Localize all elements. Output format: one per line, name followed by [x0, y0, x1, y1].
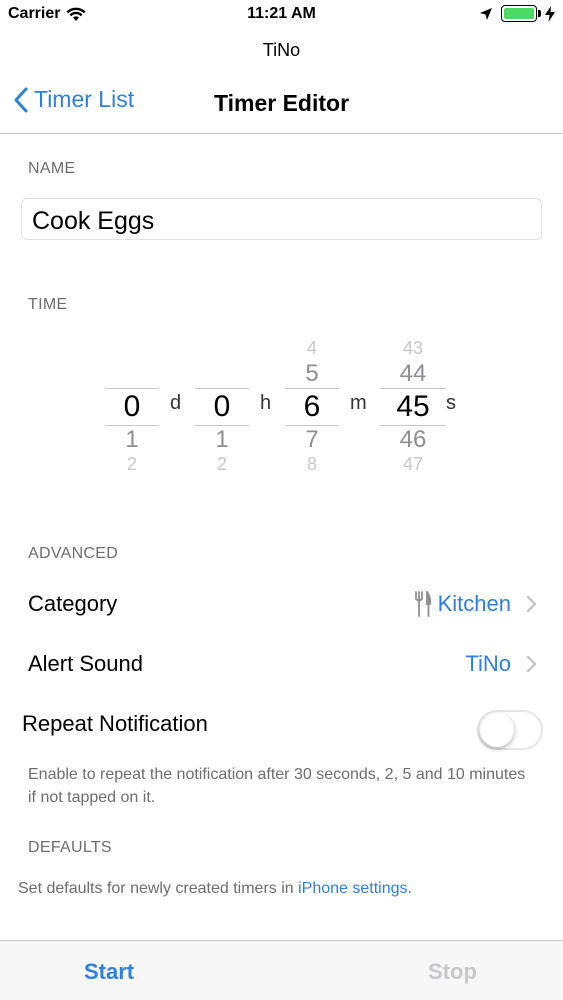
picker-column-seconds[interactable]: 43 44 45 46 47	[380, 334, 446, 474]
repeat-notification-note: Enable to repeat the notification after …	[28, 766, 526, 806]
charging-bolt-icon	[545, 5, 555, 22]
bottom-toolbar: Start Stop	[0, 940, 563, 1000]
repeat-notification-row: Repeat Notification	[0, 694, 563, 754]
advanced-section-header: ADVANCED	[28, 545, 119, 562]
picker-unit-minutes: m	[350, 392, 367, 414]
picker-option: 7	[305, 426, 319, 453]
picker-unit-seconds: s	[446, 392, 456, 414]
defaults-note-text: Set defaults for newly created timers in	[18, 880, 299, 897]
picker-selected-hours: 0	[195, 388, 249, 426]
picker-option: 1	[215, 426, 229, 453]
battery-icon	[501, 5, 541, 22]
app-title: TiNo	[262, 40, 301, 60]
picker-selected-days: 0	[105, 388, 159, 426]
picker-option: 2	[216, 454, 227, 470]
name-input[interactable]: Cook Eggs	[21, 198, 542, 240]
picker-option: 44	[399, 360, 427, 387]
repeat-notification-toggle[interactable]	[477, 710, 543, 750]
location-arrow-icon	[480, 7, 492, 20]
picker-column-minutes[interactable]: 4 5 6 7 8	[285, 334, 339, 474]
chevron-right-icon	[526, 595, 537, 613]
defaults-note: Set defaults for newly created timers in…	[18, 877, 548, 900]
picker-option: 1	[125, 426, 139, 453]
chevron-right-icon	[526, 655, 537, 673]
picker-column-days[interactable]: 0 1 2	[105, 334, 159, 474]
status-right	[479, 5, 555, 22]
nav-bar: Timer List Timer Editor	[0, 72, 563, 134]
category-row[interactable]: Category Kitchen	[0, 574, 563, 634]
name-section-header: NAME	[28, 160, 76, 177]
stop-button[interactable]: Stop	[428, 959, 477, 985]
toggle-knob	[480, 713, 514, 747]
status-bar: Carrier 11:21 AM	[0, 0, 563, 30]
picker-unit-days: d	[170, 392, 182, 414]
picker-option: 8	[306, 454, 317, 470]
picker-option: 4	[306, 338, 317, 358]
page-title: Timer Editor	[213, 90, 350, 116]
picker-selected-minutes: 6	[285, 388, 339, 426]
picker-option: 2	[126, 454, 137, 470]
alert-sound-row[interactable]: Alert Sound TiNo	[0, 634, 563, 694]
start-button[interactable]: Start	[84, 959, 134, 985]
time-section-header: TIME	[28, 296, 68, 313]
picker-selected-seconds: 45	[380, 388, 446, 426]
picker-unit-hours: h	[260, 392, 272, 414]
alert-sound-label: Alert Sound	[28, 651, 143, 676]
timer-editor-form: NAME Cook Eggs TIME 0 1 2 d 0 1 2 h 4 5 …	[0, 134, 563, 940]
fork-knife-icon	[414, 591, 431, 617]
category-value: Kitchen	[414, 591, 511, 617]
defaults-note-end: .	[407, 880, 412, 897]
picker-option: 43	[402, 338, 424, 354]
picker-column-hours[interactable]: 0 1 2	[195, 334, 249, 474]
alert-sound-value: TiNo	[465, 651, 511, 676]
repeat-notification-label: Repeat Notification	[22, 711, 208, 736]
duration-picker[interactable]: 0 1 2 d 0 1 2 h 4 5 6 7 8 m 43 44 45 46	[0, 334, 563, 474]
category-value-text: Kitchen	[437, 591, 511, 616]
category-label: Category	[28, 591, 118, 616]
picker-option: 5	[305, 360, 319, 387]
picker-option: 46	[399, 426, 427, 453]
defaults-section-header: DEFAULTS	[28, 839, 112, 856]
iphone-settings-link[interactable]: iPhone settings	[298, 880, 407, 897]
picker-option: 47	[402, 454, 424, 470]
